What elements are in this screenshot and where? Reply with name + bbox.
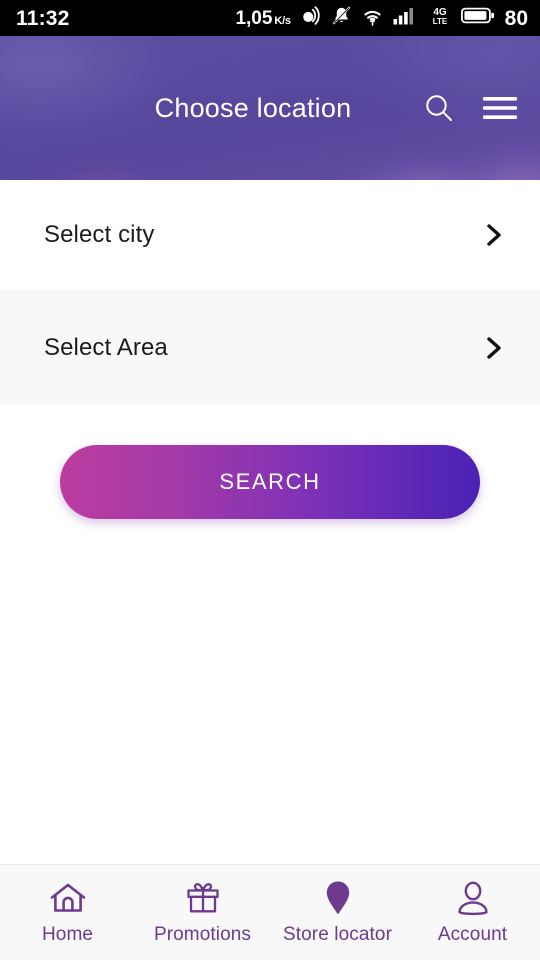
page-title: Choose location [154,92,352,123]
svg-text:LTE: LTE [432,17,447,26]
home-icon [48,879,88,917]
cellular-signal-icon [393,6,419,31]
network-speed-value: 1,05 [235,7,273,29]
gift-icon [183,879,223,917]
nav-item-account[interactable]: Account [405,865,540,960]
status-bar: 11:32 1,05 K/s 4G LTE 80 [0,0,540,36]
network-type-indicator: 4G LTE [428,5,452,32]
nav-label-store-locator: Store locator [282,924,393,945]
network-speed-unit: K/s [274,14,291,27]
bottom-navigation: Home Promotions Store locator Account [0,864,540,960]
header-bar: Choose location [0,36,540,180]
chevron-right-icon[interactable] [480,221,508,249]
network-speed-indicator: 1,05 K/s [235,7,291,29]
nav-item-promotions[interactable]: Promotions [135,865,270,960]
search-button-area: SEARCH [0,405,540,864]
select-city-row[interactable]: Select city [0,180,540,290]
nav-label-promotions: Promotions [153,924,252,945]
app-header: Choose location [0,36,540,180]
nav-label-home: Home [41,924,94,945]
nav-item-home[interactable]: Home [0,865,135,960]
select-city-label: Select city [44,221,155,248]
hamburger-menu-icon[interactable] [482,94,518,122]
battery-percent: 80 [504,6,528,30]
battery-icon [460,6,495,30]
bell-muted-icon [331,5,352,31]
select-area-label: Select Area [44,333,168,361]
wifi-icon [361,5,384,31]
person-icon [455,879,491,917]
search-button[interactable]: SEARCH [60,445,480,519]
status-icons: 1,05 K/s 4G LTE 80 [235,5,528,32]
map-pin-icon [322,879,354,917]
app-screen: 11:32 1,05 K/s 4G LTE 80 Choose location… [0,0,540,960]
search-icon[interactable] [422,91,456,125]
chevron-right-icon[interactable] [480,334,508,362]
location-selectors: Select city Select Area [0,180,540,405]
nav-item-store-locator[interactable]: Store locator [270,865,405,960]
header-actions [422,91,518,125]
nav-label-account: Account [437,924,508,945]
status-clock: 11:32 [16,6,70,30]
select-area-row[interactable]: Select Area [0,290,540,405]
vibrate-icon [300,5,322,32]
